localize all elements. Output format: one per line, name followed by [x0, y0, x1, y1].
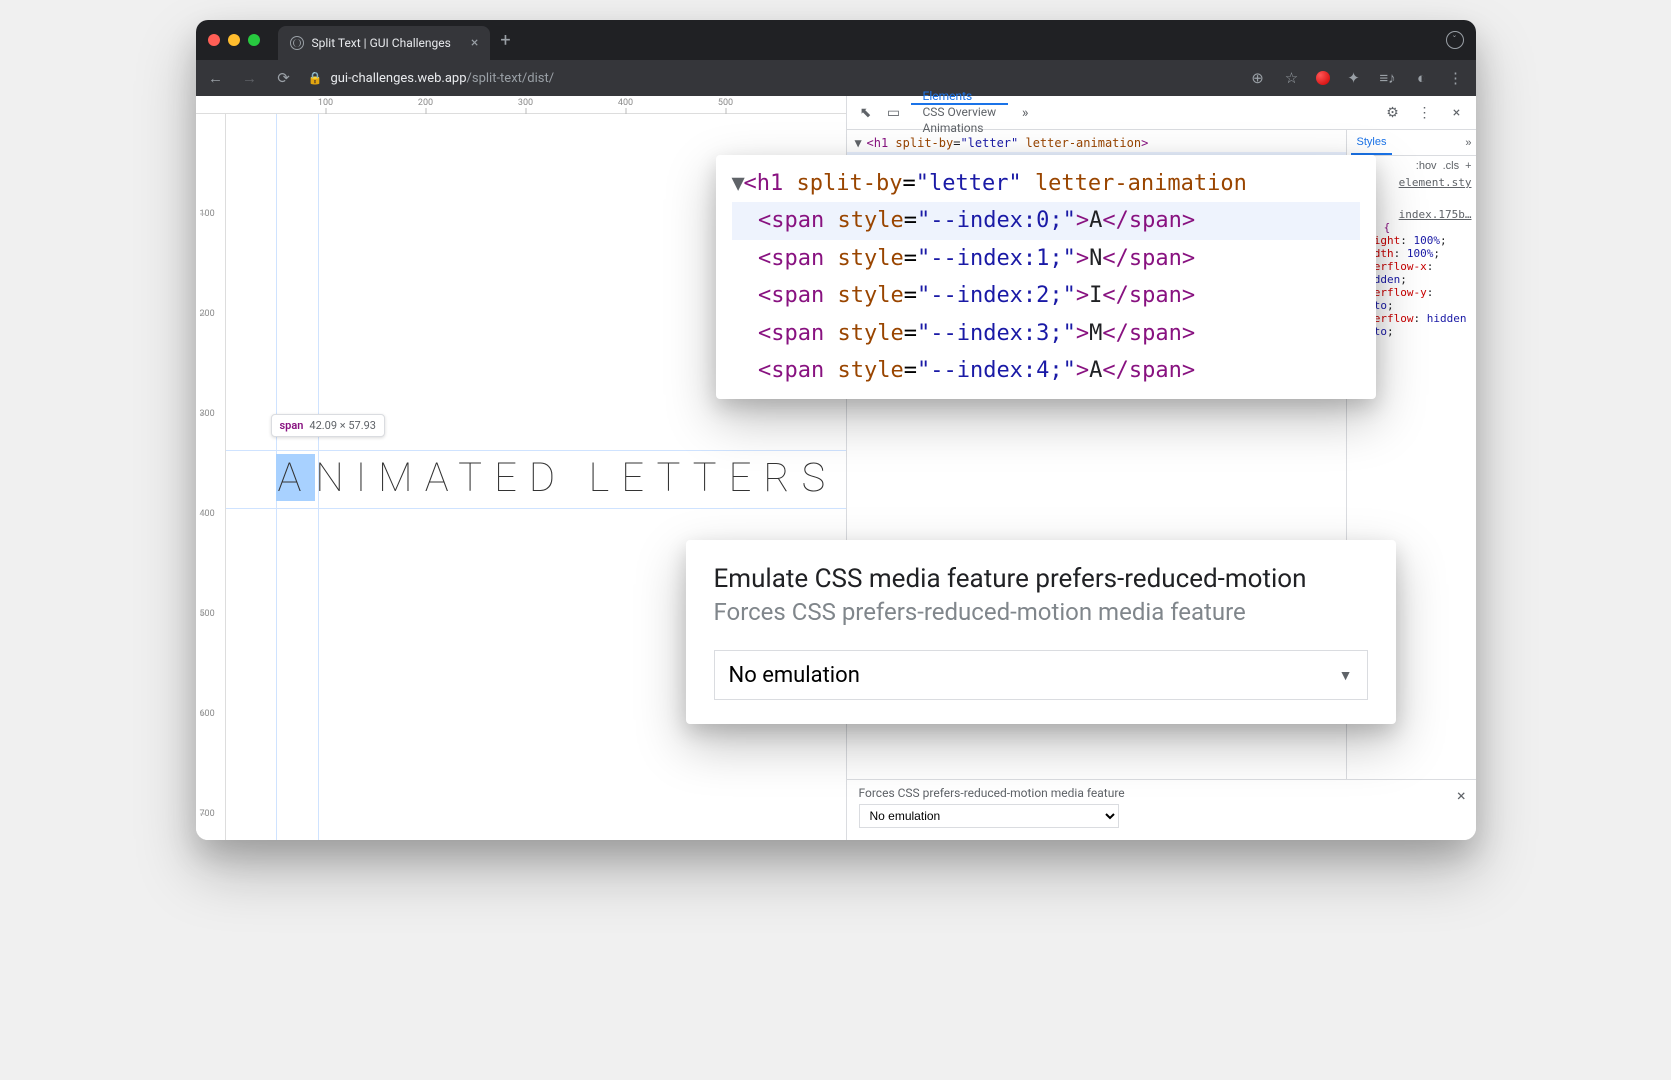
ruler-vertical: 100200300400500600700800 [196, 114, 226, 840]
extensions-icon[interactable]: ✦ [1344, 69, 1364, 87]
menu-icon[interactable]: ⋮ [1446, 69, 1466, 87]
titlebar-right: ˇ [1446, 31, 1464, 49]
headline-letter: E [729, 454, 764, 501]
devtools-tab-elements[interactable]: Elements [911, 89, 1009, 105]
translate-icon[interactable]: ⊕ [1248, 69, 1268, 87]
browser-tab[interactable]: Split Text | GUI Challenges × [278, 26, 491, 60]
zoom-render-panel: Emulate CSS media feature prefers-reduce… [686, 540, 1396, 724]
forward-button[interactable]: → [240, 69, 260, 87]
inspect-element-icon[interactable]: ⬉ [855, 105, 877, 121]
minimize-window-button[interactable] [228, 34, 240, 46]
account-chevron-icon[interactable]: ˇ [1446, 31, 1464, 49]
profile-icon[interactable]: ◐ [1412, 69, 1432, 87]
new-tab-button[interactable]: + [500, 30, 510, 51]
headline-letter: S [802, 454, 838, 501]
browser-window: Split Text | GUI Challenges × + ˇ ← → ⟳ … [196, 20, 1476, 840]
favicon-icon [290, 36, 304, 50]
dom-h1-row[interactable]: ▼<h1 split-by="letter" letter-animation> [847, 134, 1346, 152]
address-bar[interactable]: 🔒 gui-challenges.web.app/split-text/dist… [308, 71, 555, 86]
inspect-tooltip-tag: span [280, 419, 304, 432]
headline-letter: T [693, 454, 729, 501]
settings-icon[interactable]: ⚙ [1382, 105, 1404, 121]
ruler-horizontal: 100200300400500 [196, 96, 846, 114]
new-rule-button[interactable]: + [1465, 160, 1471, 172]
close-window-button[interactable] [208, 34, 220, 46]
headline-letter: T [656, 454, 692, 501]
devtools-menu-icon[interactable]: ⋮ [1414, 105, 1436, 121]
url-path: /split-text/dist/ [467, 71, 555, 86]
dropdown-caret-icon: ▼ [1339, 667, 1353, 684]
bookmark-icon[interactable]: ☆ [1282, 69, 1302, 87]
headline-letter: A [425, 454, 458, 501]
inspect-guide-bottom [226, 508, 846, 509]
headline-letter: A [276, 454, 316, 501]
zoom-render-title: Emulate CSS media feature prefers-reduce… [714, 564, 1368, 594]
device-toolbar-icon[interactable]: ▭ [883, 105, 905, 121]
hov-toggle[interactable]: :hov [1416, 160, 1437, 172]
cls-toggle[interactable]: .cls [1443, 160, 1460, 172]
rendering-drawer: × Forces CSS prefers-reduced-motion medi… [847, 779, 1476, 840]
zoom-code-panel: ▼<h1 split-by="letter" letter-animation … [716, 155, 1376, 399]
headline-letter: T [458, 454, 494, 501]
inspect-guide-top [226, 450, 846, 451]
window-controls [208, 34, 260, 46]
styles-tab[interactable]: Styles [1351, 130, 1393, 155]
devtools-tabs: ⬉ ▭ ElementsCSS OverviewAnimations » ⚙ ⋮… [847, 96, 1476, 130]
headline-letter: L [589, 454, 622, 501]
urlbar: ← → ⟳ 🔒 gui-challenges.web.app/split-tex… [196, 60, 1476, 96]
close-tab-button[interactable]: × [471, 35, 478, 51]
reading-list-icon[interactable]: ≡♪ [1378, 69, 1398, 87]
lock-icon: 🔒 [308, 71, 323, 85]
devtools-tab-css overview[interactable]: CSS Overview [911, 105, 1009, 121]
url-host: gui-challenges.web.app [330, 71, 466, 86]
more-tabs-icon[interactable]: » [1014, 105, 1036, 121]
maximize-window-button[interactable] [248, 34, 260, 46]
page-headline: ANIMATED LETTERS [276, 454, 838, 501]
styles-more-tabs-icon[interactable]: » [1465, 137, 1471, 149]
close-devtools-icon[interactable]: × [1446, 105, 1468, 121]
inspect-tooltip: span 42.09 × 57.93 [271, 414, 386, 437]
headline-letter: I [356, 454, 378, 501]
headline-letter: N [315, 454, 355, 501]
extension-icon[interactable] [1316, 71, 1330, 85]
reload-button[interactable]: ⟳ [274, 69, 294, 87]
drawer-label: Forces CSS prefers-reduced-motion media … [859, 786, 1464, 800]
tab-title: Split Text | GUI Challenges [312, 36, 451, 50]
zoom-render-select-value: No emulation [729, 663, 860, 688]
reduced-motion-select[interactable]: No emulation [859, 804, 1119, 828]
headline-letter: D [529, 454, 567, 501]
back-button[interactable]: ← [206, 69, 226, 87]
zoom-render-subtitle: Forces CSS prefers-reduced-motion media … [714, 598, 1368, 626]
headline-letter: R [763, 454, 801, 501]
headline-letter [567, 454, 589, 501]
titlebar: Split Text | GUI Challenges × + ˇ [196, 20, 1476, 60]
zoom-render-select[interactable]: No emulation ▼ [714, 650, 1368, 700]
headline-letter: E [494, 454, 529, 501]
headline-letter: E [621, 454, 656, 501]
inspect-tooltip-size: 42.09 × 57.93 [309, 419, 376, 432]
headline-letter: M [378, 454, 425, 501]
close-drawer-icon[interactable]: × [1457, 786, 1466, 805]
